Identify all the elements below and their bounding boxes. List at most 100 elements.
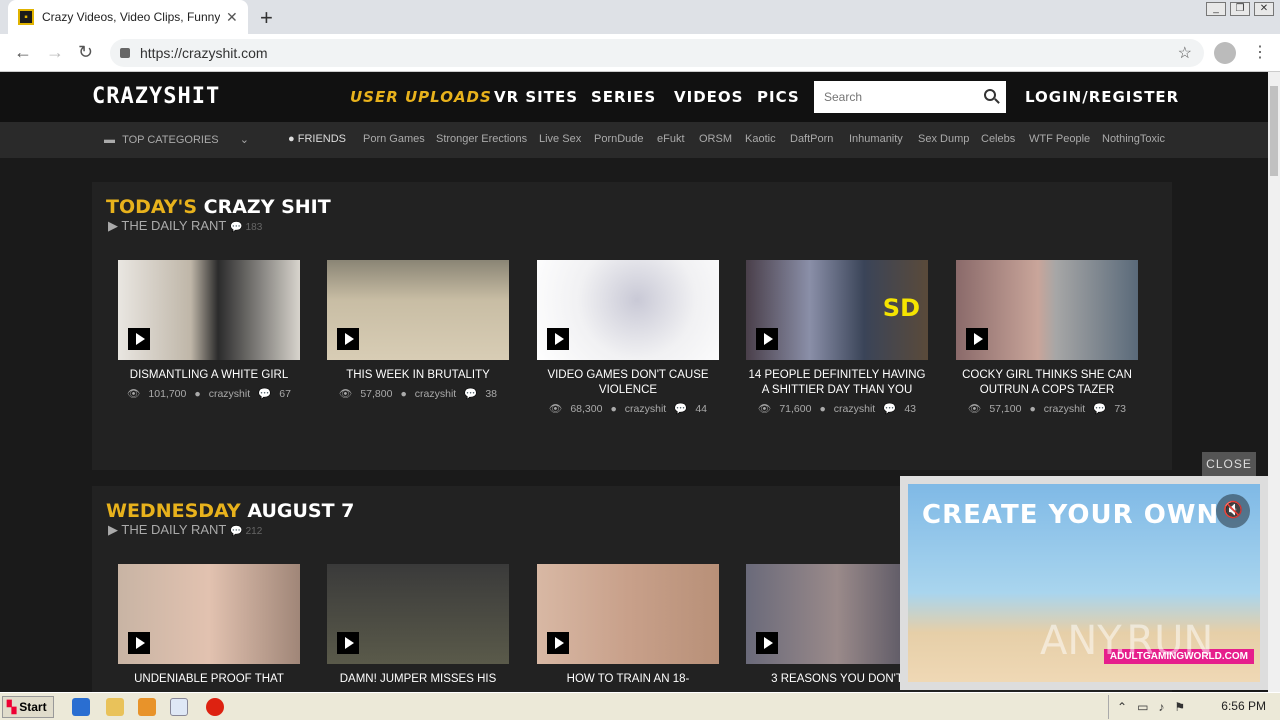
chrome-icon[interactable] bbox=[170, 698, 188, 716]
minimize-button[interactable]: _ bbox=[1206, 2, 1226, 16]
cat-link-celebs[interactable]: Celebs bbox=[981, 133, 1015, 145]
eye-icon: 👁 bbox=[127, 388, 141, 400]
ie-icon[interactable] bbox=[72, 698, 90, 716]
play-icon[interactable] bbox=[547, 328, 569, 350]
cat-link-porn-games[interactable]: Porn Games bbox=[363, 133, 425, 145]
login-register-link[interactable]: LOGIN/REGISTER bbox=[1025, 88, 1179, 106]
bookmark-star-icon[interactable]: ☆ bbox=[1178, 43, 1192, 63]
nav-series[interactable]: SERIES bbox=[591, 88, 656, 106]
tab-close-icon[interactable]: ✕ bbox=[226, 9, 238, 26]
author[interactable]: crazyshit bbox=[625, 403, 666, 415]
video-title[interactable]: VIDEO GAMES DON'T CAUSE VIOLENCE bbox=[537, 368, 719, 398]
page-scrollbar[interactable] bbox=[1268, 72, 1280, 692]
media-player-icon[interactable] bbox=[138, 698, 156, 716]
ad-close-button[interactable]: CLOSE bbox=[1202, 452, 1256, 476]
site-logo[interactable]: CRAZYSHIT bbox=[92, 84, 220, 109]
back-arrow-icon[interactable]: ← bbox=[14, 42, 32, 63]
video-title[interactable]: HOW TO TRAIN AN 18- bbox=[537, 672, 719, 687]
video-thumbnail[interactable] bbox=[327, 564, 509, 664]
video-thumbnail[interactable] bbox=[327, 260, 509, 360]
play-icon[interactable] bbox=[547, 632, 569, 654]
video-card[interactable]: COCKY GIRL THINKS SHE CAN OUTRUN A COPS … bbox=[956, 260, 1138, 415]
nav-pics[interactable]: PICS bbox=[757, 88, 800, 106]
browser-tab[interactable]: ▪ Crazy Videos, Video Clips, Funny Vid ✕ bbox=[8, 0, 248, 34]
section-title-highlight: WEDNESDAY bbox=[106, 500, 241, 522]
video-thumbnail[interactable] bbox=[537, 260, 719, 360]
video-title[interactable]: 14 PEOPLE DEFINITELY HAVING A SHITTIER D… bbox=[746, 368, 928, 398]
video-thumbnail[interactable] bbox=[118, 564, 300, 664]
cat-link-live-sex[interactable]: Live Sex bbox=[539, 133, 581, 145]
cat-link-kaotic[interactable]: Kaotic bbox=[745, 133, 776, 145]
video-thumbnail[interactable] bbox=[537, 564, 719, 664]
author[interactable]: crazyshit bbox=[415, 388, 456, 400]
cat-link-label: FRIENDS bbox=[297, 133, 346, 145]
tray-arrow-icon[interactable]: ⌃ bbox=[1117, 700, 1127, 714]
browser-tabstrip: ▪ Crazy Videos, Video Clips, Funny Vid ✕… bbox=[0, 0, 1280, 34]
play-icon[interactable] bbox=[337, 328, 359, 350]
flag-icon[interactable]: ⚑ bbox=[1174, 700, 1185, 714]
restore-button[interactable]: ❐ bbox=[1230, 2, 1250, 16]
cat-link-sex-dump[interactable]: Sex Dump bbox=[918, 133, 969, 145]
video-thumbnail[interactable] bbox=[118, 260, 300, 360]
cat-link-inhumanity[interactable]: Inhumanity bbox=[849, 133, 903, 145]
cat-link-porndude[interactable]: PornDude bbox=[594, 133, 644, 145]
cat-link-wtf-people[interactable]: WTF People bbox=[1029, 133, 1090, 145]
play-icon[interactable] bbox=[128, 328, 150, 350]
address-bar[interactable]: https://crazyshit.com ☆ bbox=[110, 39, 1204, 67]
play-icon[interactable] bbox=[756, 632, 778, 654]
play-icon[interactable] bbox=[966, 328, 988, 350]
comment-icon: 💬 bbox=[674, 403, 688, 415]
daily-rant-link[interactable]: ▶ THE DAILY RANT 💬 183 bbox=[108, 218, 262, 234]
cat-link-friends[interactable]: ● FRIENDS bbox=[288, 133, 346, 145]
video-title[interactable]: DISMANTLING A WHITE GIRL bbox=[118, 368, 300, 383]
forward-arrow-icon[interactable]: → bbox=[46, 42, 64, 63]
new-tab-button[interactable]: + bbox=[260, 5, 273, 31]
play-icon[interactable] bbox=[756, 328, 778, 350]
profile-avatar[interactable] bbox=[1214, 42, 1236, 64]
video-card[interactable]: HOW TO TRAIN AN 18- bbox=[537, 564, 719, 687]
volume-icon[interactable]: ♪ bbox=[1158, 700, 1164, 714]
cat-link-stronger-erections[interactable]: Stronger Erections bbox=[436, 133, 527, 145]
opera-icon[interactable] bbox=[206, 698, 224, 716]
browser-menu-icon[interactable]: ⋮ bbox=[1252, 42, 1268, 62]
close-window-button[interactable]: ✕ bbox=[1254, 2, 1274, 16]
network-icon[interactable]: ▭ bbox=[1137, 700, 1148, 714]
author[interactable]: crazyshit bbox=[1044, 403, 1085, 415]
nav-vr-sites[interactable]: VR SITES bbox=[494, 88, 578, 106]
video-card[interactable]: DISMANTLING A WHITE GIRL 👁 101,700 ● crazys… bbox=[118, 260, 300, 400]
play-icon[interactable] bbox=[128, 632, 150, 654]
user-icon: ● bbox=[194, 388, 201, 400]
video-title[interactable]: DAMN! JUMPER MISSES HIS bbox=[327, 672, 509, 687]
author[interactable]: crazyshit bbox=[209, 388, 250, 400]
reload-icon[interactable]: ↻ bbox=[78, 42, 93, 63]
cat-link-nothingtoxic[interactable]: NothingToxic bbox=[1102, 133, 1165, 145]
play-icon[interactable] bbox=[337, 632, 359, 654]
daily-rant-link[interactable]: ▶ THE DAILY RANT 💬 212 bbox=[108, 522, 262, 538]
video-title[interactable]: COCKY GIRL THINKS SHE CAN OUTRUN A COPS … bbox=[956, 368, 1138, 398]
nav-videos[interactable]: VIDEOS bbox=[674, 88, 743, 106]
nav-user-uploads[interactable]: USER UPLOADS bbox=[350, 88, 492, 106]
top-categories-dropdown[interactable]: ▬ TOP CATEGORIES ⌄ bbox=[104, 133, 249, 146]
video-thumbnail[interactable]: SD bbox=[746, 260, 928, 360]
search-input[interactable] bbox=[824, 90, 974, 104]
windows-logo-icon: ▚ bbox=[7, 700, 17, 714]
scroll-thumb[interactable] bbox=[1270, 86, 1278, 176]
section-title: WEDNESDAY AUGUST 7 bbox=[106, 500, 354, 522]
cat-link-daftporn[interactable]: DaftPorn bbox=[790, 133, 833, 145]
video-title[interactable]: THIS WEEK IN BRUTALITY bbox=[327, 368, 509, 383]
video-card[interactable]: SD 14 PEOPLE DEFINITELY HAVING A SHITTIE… bbox=[746, 260, 928, 415]
start-button[interactable]: ▚ Start bbox=[2, 696, 54, 718]
video-card[interactable]: UNDENIABLE PROOF THAT bbox=[118, 564, 300, 687]
folder-icon[interactable] bbox=[106, 698, 124, 716]
search-icon[interactable] bbox=[984, 89, 996, 101]
video-thumbnail[interactable] bbox=[956, 260, 1138, 360]
cat-link-efukt[interactable]: eFukt bbox=[657, 133, 685, 145]
section-title: TODAY'S CRAZY SHIT bbox=[106, 196, 331, 218]
author[interactable]: crazyshit bbox=[834, 403, 875, 415]
video-title[interactable]: UNDENIABLE PROOF THAT bbox=[118, 672, 300, 687]
mute-icon[interactable]: 🔇 bbox=[1216, 494, 1250, 528]
cat-link-orsm[interactable]: ORSM bbox=[699, 133, 732, 145]
video-card[interactable]: VIDEO GAMES DON'T CAUSE VIOLENCE 👁 68,300… bbox=[537, 260, 719, 415]
video-card[interactable]: DAMN! JUMPER MISSES HIS bbox=[327, 564, 509, 687]
video-card[interactable]: THIS WEEK IN BRUTALITY 👁 57,800 ● crazyshit… bbox=[327, 260, 509, 400]
